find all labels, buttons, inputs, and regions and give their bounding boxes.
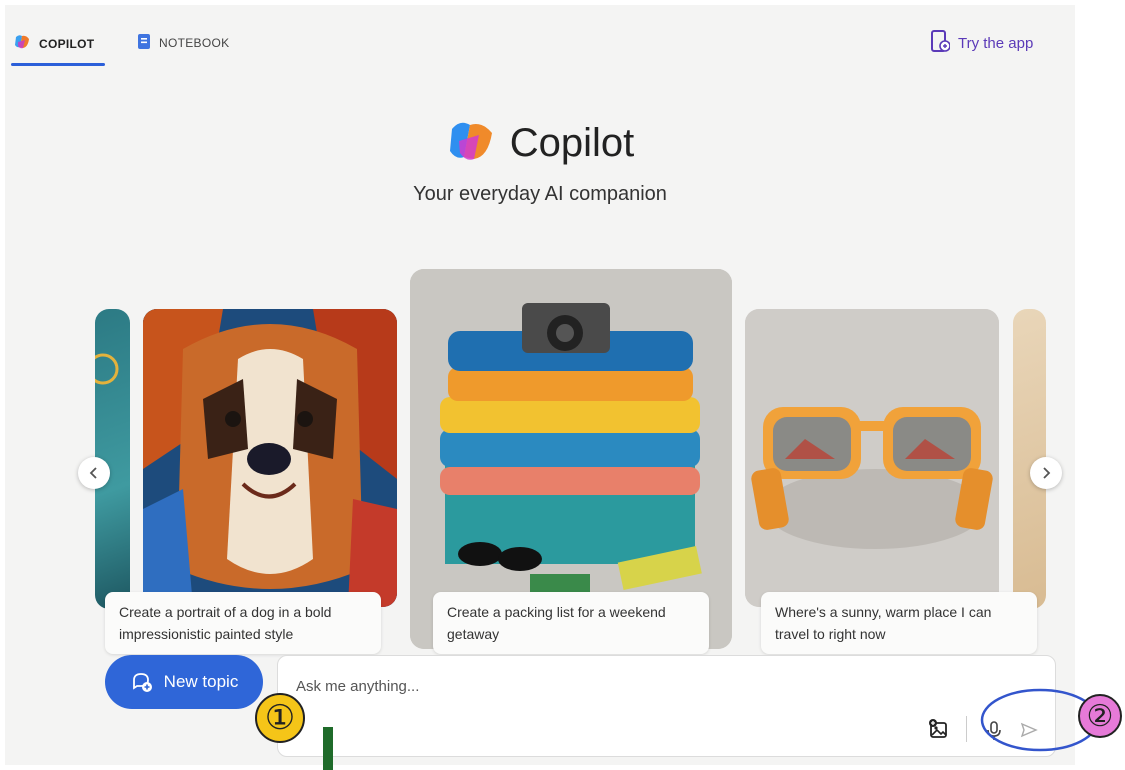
tagline: Your everyday AI companion (413, 183, 667, 205)
try-the-app-label: Try the app (958, 34, 1034, 52)
annotation-marker-1: ① (252, 690, 308, 746)
add-image-button[interactable] (928, 718, 950, 740)
card-caption[interactable]: Create a packing list for a weekend geta… (433, 592, 709, 654)
copilot-logo-icon (446, 117, 496, 170)
chevron-right-icon (1043, 467, 1051, 479)
brand-header: Copilot (5, 117, 1075, 170)
sunglasses-image (745, 309, 999, 607)
try-the-app-link[interactable]: Try the app (930, 29, 1033, 57)
annotation-line (323, 727, 333, 770)
annotation-marker-2: ② (1076, 692, 1124, 740)
notebook-icon (137, 33, 151, 53)
chat-plus-icon (132, 673, 152, 692)
card-caption[interactable]: Create a portrait of a dog in a bold imp… (105, 592, 381, 654)
toolbar-divider (966, 716, 967, 742)
phone-app-icon (930, 29, 951, 57)
brand-title: Copilot (509, 121, 635, 165)
copilot-logo-icon (13, 33, 31, 54)
carousel-next-button[interactable] (1030, 457, 1062, 489)
chat-input[interactable]: Ask me anything... (296, 678, 419, 695)
carousel-card-sunglasses[interactable] (745, 309, 999, 607)
annotation-1-label: ① (264, 699, 296, 737)
chat-compose-box[interactable]: Ask me anything... (277, 655, 1056, 757)
chevron-left-icon (89, 467, 97, 479)
dog-painting-image (143, 309, 397, 607)
copilot-page: COPILOT NOTEBOOK Try the app Copilot You… (5, 5, 1075, 765)
tab-notebook-label: NOTEBOOK (159, 36, 230, 50)
annotation-2-label: ② (1086, 699, 1114, 733)
new-topic-label: New topic (163, 672, 239, 691)
carousel-prev-button[interactable] (78, 457, 110, 489)
tab-notebook[interactable]: NOTEBOOK (137, 33, 229, 53)
card-caption[interactable]: Where's a sunny, warm place I can travel… (761, 592, 1037, 654)
active-tab-indicator (11, 63, 105, 66)
image-add-icon (929, 719, 947, 738)
tab-copilot[interactable]: COPILOT (13, 33, 94, 54)
new-topic-button[interactable]: New topic (105, 655, 263, 709)
carousel-card-dog[interactable] (143, 309, 397, 607)
tab-copilot-label: COPILOT (39, 36, 95, 51)
